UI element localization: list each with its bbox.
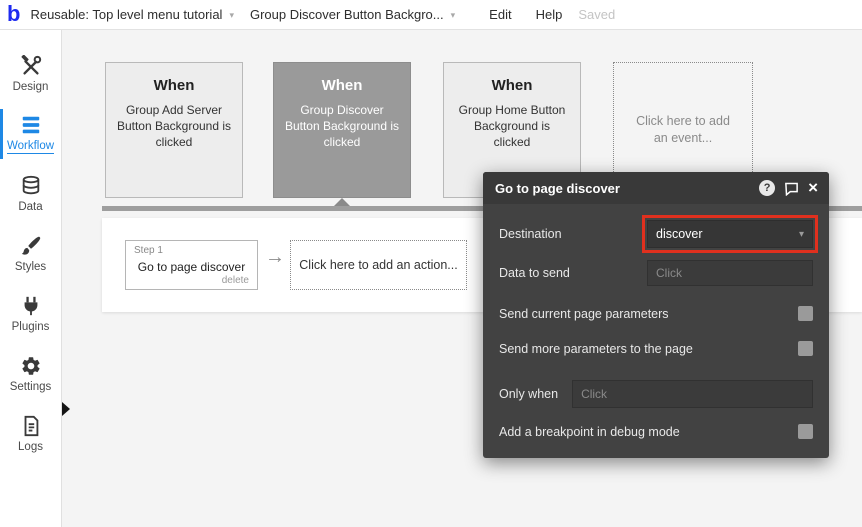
event-description: Group Discover Button Background is clic… — [284, 103, 400, 150]
close-icon[interactable]: × — [808, 179, 818, 196]
sidebar-item-label: Settings — [9, 381, 52, 393]
element-menu-label: Group Discover Button Backgro... — [249, 7, 444, 22]
breakpoint-row: Add a breakpoint in debug mode — [499, 424, 813, 439]
only-when-label: Only when — [499, 387, 559, 401]
top-menubar: b Reusable: Top level menu tutorial ▾ Gr… — [0, 0, 862, 30]
step-title: Go to page discover — [137, 260, 246, 274]
data-to-send-row: Data to send — [499, 260, 813, 286]
design-tools-icon — [20, 55, 42, 77]
comment-icon[interactable] — [784, 181, 799, 196]
sidebar-item-settings[interactable]: Settings — [0, 344, 61, 404]
sidebar-item-workflow[interactable]: Workflow — [0, 104, 61, 164]
destination-value: discover — [656, 227, 703, 241]
data-to-send-input[interactable] — [647, 260, 813, 286]
sidebar-item-label: Styles — [14, 261, 47, 273]
bubble-workflow-editor: b Reusable: Top level menu tutorial ▾ Gr… — [0, 0, 862, 527]
paintbrush-icon — [20, 235, 42, 257]
sidebar-item-label: Logs — [18, 441, 43, 453]
event-title: When — [321, 77, 363, 94]
sidebar-item-label: Workflow — [6, 140, 55, 154]
destination-dropdown[interactable]: discover ▾ — [647, 220, 813, 248]
project-menu-dropdown[interactable]: Reusable: Top level menu tutorial ▾ — [30, 7, 234, 22]
help-menu[interactable]: Help — [536, 7, 563, 22]
arrow-right-icon: → — [265, 246, 285, 268]
chevron-down-icon: ▾ — [229, 10, 234, 20]
add-action-placeholder[interactable]: Click here to add an action... — [290, 240, 467, 290]
sidebar-item-logs[interactable]: Logs — [0, 404, 61, 464]
document-icon — [20, 415, 42, 437]
destination-label: Destination — [499, 227, 562, 241]
sidebar-item-plugins[interactable]: Plugins — [0, 284, 61, 344]
destination-row: Destination discover ▾ — [499, 220, 813, 248]
chevron-down-icon: ▾ — [450, 10, 456, 20]
gear-icon — [20, 355, 42, 377]
step-delete-link[interactable]: delete — [222, 275, 249, 286]
event-card-add-server[interactable]: When Group Add Server Button Background … — [105, 62, 243, 198]
event-description: Group Add Server Button Background is cl… — [116, 103, 232, 150]
sidebar-item-design[interactable]: Design — [0, 44, 61, 104]
element-menu-dropdown[interactable]: Group Discover Button Backgro... ▾ — [250, 7, 455, 22]
sidebar-expand-arrow-icon[interactable] — [62, 402, 70, 416]
main-sidebar: Design Workflow Data Styles Plugins Sett… — [0, 30, 62, 527]
send-more-params-row: Send more parameters to the page — [499, 341, 813, 356]
popup-header[interactable]: Go to page discover ? × — [483, 172, 829, 204]
send-current-params-checkbox[interactable] — [798, 306, 813, 321]
only-when-row: Only when — [499, 380, 813, 408]
only-when-input[interactable] — [572, 380, 813, 408]
database-icon — [20, 175, 42, 197]
saved-status: Saved — [578, 7, 616, 22]
step-number-label: Step 1 — [134, 245, 163, 256]
sidebar-item-label: Data — [18, 201, 43, 213]
selected-event-pointer-icon — [334, 198, 350, 206]
sidebar-item-data[interactable]: Data — [0, 164, 61, 224]
event-title: When — [491, 77, 533, 94]
action-step-card[interactable]: Step 1 Go to page discover delete — [125, 240, 258, 290]
sidebar-item-styles[interactable]: Styles — [0, 224, 61, 284]
help-icon[interactable]: ? — [759, 180, 776, 196]
sidebar-item-label: Design — [12, 81, 49, 93]
event-title: When — [153, 77, 195, 94]
popup-body: Destination discover ▾ Data to send Send… — [483, 204, 829, 439]
bubble-logo[interactable]: b — [7, 1, 20, 27]
send-more-params-checkbox[interactable] — [798, 341, 813, 356]
sidebar-item-label: Plugins — [11, 321, 50, 333]
event-card-discover-selected[interactable]: When Group Discover Button Background is… — [273, 62, 411, 198]
data-to-send-label: Data to send — [499, 266, 570, 280]
property-editor-popup: Go to page discover ? × Destination disc… — [483, 172, 829, 458]
breakpoint-label: Add a breakpoint in debug mode — [499, 424, 680, 439]
chevron-down-icon: ▾ — [798, 228, 804, 240]
send-more-params-label: Send more parameters to the page — [499, 341, 693, 356]
popup-title: Go to page discover — [495, 180, 620, 196]
plug-icon — [20, 295, 42, 317]
project-menu-label: Reusable: Top level menu tutorial — [30, 7, 223, 22]
edit-menu[interactable]: Edit — [489, 7, 511, 22]
send-current-params-label: Send current page parameters — [499, 306, 669, 321]
workflow-icon — [20, 114, 42, 136]
event-description: Group Home Button Background is clicked — [458, 103, 566, 150]
send-current-params-row: Send current page parameters — [499, 306, 813, 321]
breakpoint-checkbox[interactable] — [798, 424, 813, 439]
